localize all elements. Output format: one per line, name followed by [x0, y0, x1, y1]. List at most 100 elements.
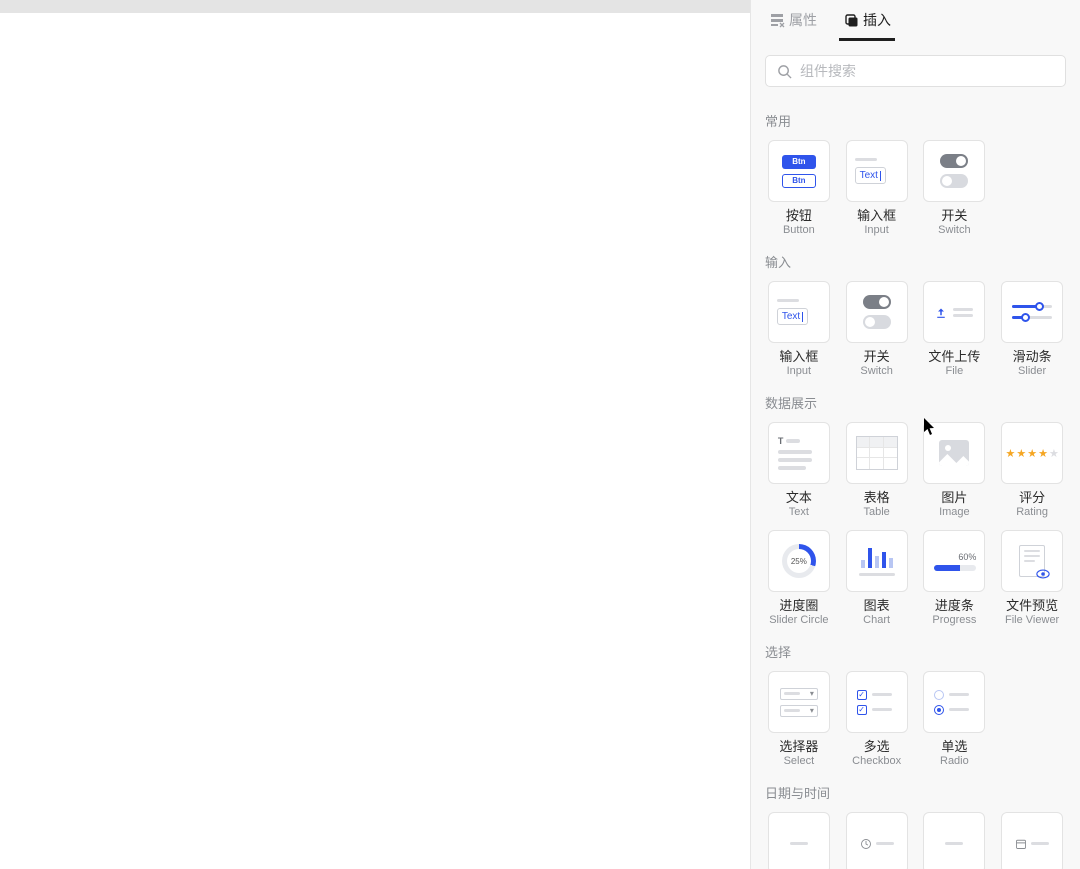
section-common-grid: Btn Btn 按钮 Button Text 输入框 Inpu — [765, 140, 1066, 238]
palette-item-sublabel: Checkbox — [852, 755, 901, 769]
palette-item-sublabel: Button — [783, 224, 815, 238]
date-icon — [923, 812, 985, 869]
palette-item-radio[interactable]: 单选 Radio — [921, 671, 989, 769]
palette-item-rating[interactable]: ★★★★★ 评分 Rating — [998, 422, 1066, 520]
palette-item-label: 图片 — [939, 490, 970, 506]
palette-item-sublabel: Rating — [1016, 506, 1048, 520]
palette-item-label: 文本 — [786, 490, 812, 506]
palette-item-datetime-3[interactable] — [921, 812, 989, 869]
input-icon: Text — [768, 281, 830, 343]
palette-item-label: 单选 — [940, 739, 969, 755]
chart-icon — [846, 530, 908, 592]
section-common-title: 常用 — [765, 111, 1066, 130]
palette-item-sublabel: Slider — [1013, 365, 1052, 379]
canvas-top-bar — [0, 0, 750, 13]
palette-item-slider[interactable]: 滑动条 Slider — [998, 281, 1066, 379]
upload-icon — [923, 281, 985, 343]
component-palette: 常用 Btn Btn 按钮 Button Text — [751, 93, 1080, 869]
palette-item-label: 按钮 — [783, 208, 815, 224]
tab-insert-label: 插入 — [863, 10, 891, 30]
section-select-grid: ▾ ▾ 选择器 Select ✓ ✓ 多选 Checkbox — [765, 671, 1066, 769]
canvas[interactable] — [0, 13, 750, 869]
palette-item-sublabel: Text — [786, 506, 812, 520]
section-datetime-grid — [765, 812, 1066, 869]
palette-item-label: 进度条 — [932, 598, 976, 614]
palette-item-sublabel: Input — [779, 365, 818, 379]
tab-insert[interactable]: 插入 — [839, 6, 895, 41]
palette-item-sublabel: Table — [863, 506, 889, 520]
palette-item-progress[interactable]: 60% 进度条 Progress — [921, 530, 989, 628]
progress-bar-icon: 60% — [923, 530, 985, 592]
search-icon — [776, 63, 792, 79]
palette-item-image[interactable]: 图片 Image — [921, 422, 989, 520]
palette-item-label: 进度圈 — [769, 598, 828, 614]
component-search-input[interactable] — [800, 63, 1055, 79]
stack-plus-icon — [843, 12, 859, 28]
image-icon — [923, 422, 985, 484]
checkbox-icon: ✓ ✓ — [846, 671, 908, 733]
palette-item-sublabel: File — [928, 365, 980, 379]
palette-item-select[interactable]: ▾ ▾ 选择器 Select — [765, 671, 833, 769]
palette-item-label: 开关 — [860, 349, 892, 365]
palette-item-label: 选择器 — [779, 739, 818, 755]
palette-item-label: 评分 — [1016, 490, 1048, 506]
form-icon — [769, 12, 785, 28]
palette-item-text[interactable]: T 文本 Text — [765, 422, 833, 520]
palette-item-table[interactable]: 表格 Table — [843, 422, 911, 520]
file-viewer-icon — [1001, 530, 1063, 592]
component-search[interactable] — [765, 55, 1066, 87]
palette-item-label: 表格 — [863, 490, 889, 506]
palette-item-input-2[interactable]: Text 输入框 Input — [765, 281, 833, 379]
calendar-icon — [1001, 812, 1063, 869]
section-datetime-title: 日期与时间 — [765, 783, 1066, 802]
palette-item-file[interactable]: 文件上传 File — [921, 281, 989, 379]
palette-item-sublabel: Slider Circle — [769, 614, 828, 628]
palette-item-label: 多选 — [852, 739, 901, 755]
palette-item-label: 输入框 — [779, 349, 818, 365]
palette-item-datetime-2[interactable] — [843, 812, 911, 869]
palette-item-button[interactable]: Btn Btn 按钮 Button — [765, 140, 833, 238]
palette-item-checkbox[interactable]: ✓ ✓ 多选 Checkbox — [843, 671, 911, 769]
palette-item-slider-circle[interactable]: 25% 进度圈 Slider Circle — [765, 530, 833, 628]
palette-item-sublabel: Switch — [860, 365, 892, 379]
switch-icon — [923, 140, 985, 202]
app-root: 属性 插入 常用 Btn — [0, 0, 1080, 869]
slider-icon — [1001, 281, 1063, 343]
palette-item-datetime-1[interactable] — [765, 812, 833, 869]
rating-icon: ★★★★★ — [1001, 422, 1063, 484]
palette-item-chart[interactable]: 图表 Chart — [843, 530, 911, 628]
switch-icon — [846, 281, 908, 343]
section-data-title: 数据展示 — [765, 393, 1066, 412]
panel-tabs: 属性 插入 — [751, 0, 1080, 41]
button-icon: Btn Btn — [768, 140, 830, 202]
section-data-grid: T 文本 Text — [765, 422, 1066, 628]
section-input-title: 输入 — [765, 252, 1066, 271]
palette-item-switch[interactable]: 开关 Switch — [921, 140, 989, 238]
clock-icon — [846, 812, 908, 869]
date-icon — [768, 812, 830, 869]
palette-item-label: 输入框 — [857, 208, 896, 224]
palette-item-sublabel: Input — [857, 224, 896, 238]
palette-item-label: 滑动条 — [1013, 349, 1052, 365]
right-panel: 属性 插入 常用 Btn — [751, 0, 1080, 869]
section-input-grid: Text 输入框 Input 开关 Switch — [765, 281, 1066, 379]
palette-item-datetime-4[interactable] — [998, 812, 1066, 869]
palette-item-file-viewer[interactable]: 文件预览 File Viewer — [998, 530, 1066, 628]
palette-item-switch-2[interactable]: 开关 Switch — [843, 281, 911, 379]
palette-item-sublabel: Radio — [940, 755, 969, 769]
palette-item-sublabel: File Viewer — [1005, 614, 1059, 628]
palette-item-sublabel: Image — [939, 506, 970, 520]
canvas-area — [0, 0, 751, 869]
eye-icon — [1036, 567, 1050, 581]
palette-item-input[interactable]: Text 输入框 Input — [843, 140, 911, 238]
palette-item-label: 文件上传 — [928, 349, 980, 365]
palette-item-sublabel: Progress — [932, 614, 976, 628]
section-select-title: 选择 — [765, 642, 1066, 661]
palette-item-sublabel: Chart — [863, 614, 890, 628]
table-icon — [846, 422, 908, 484]
input-icon: Text — [846, 140, 908, 202]
palette-item-label: 开关 — [938, 208, 970, 224]
tab-properties[interactable]: 属性 — [765, 6, 821, 41]
palette-item-sublabel: Switch — [938, 224, 970, 238]
tab-properties-label: 属性 — [789, 10, 817, 30]
